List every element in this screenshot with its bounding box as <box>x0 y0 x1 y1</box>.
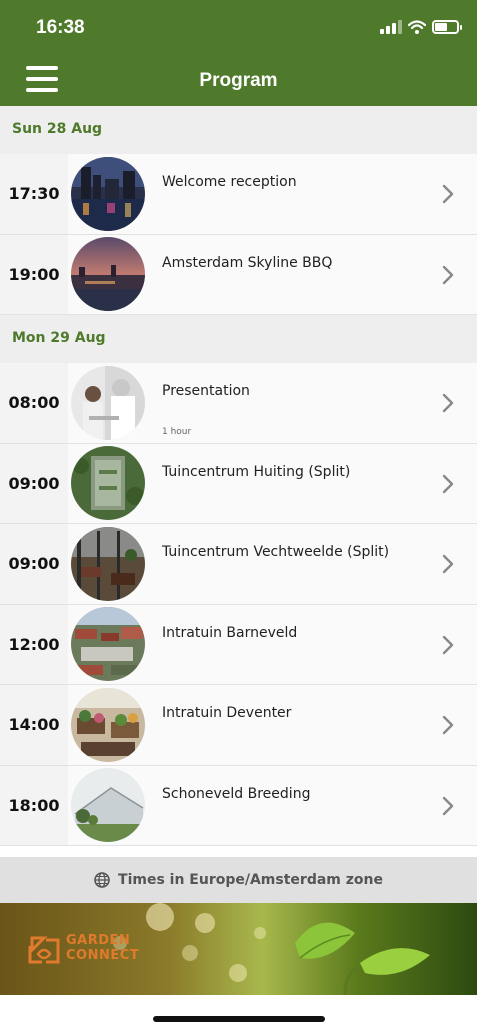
event-row[interactable]: 12:00 Intratuin Barneveld <box>0 604 477 685</box>
event-thumbnail <box>71 607 145 682</box>
chevron-right-icon <box>442 796 454 815</box>
event-thumbnail <box>71 687 145 762</box>
event-time: 17:30 <box>0 154 68 234</box>
logo-line-1: GARDEN <box>66 933 131 948</box>
event-row[interactable]: 09:00 Tuincentrum Huiting (Split) <box>0 443 477 524</box>
event-title: Schoneveld Breeding <box>162 785 311 802</box>
event-title: Presentation <box>162 383 250 399</box>
event-time: 09:00 <box>0 443 68 523</box>
timezone-text: Times in Europe/Amsterdam zone <box>118 872 383 888</box>
event-thumbnail <box>71 365 145 440</box>
chevron-right-icon <box>442 635 454 654</box>
event-row[interactable]: 14:00 Intratuin Deventer <box>0 685 477 766</box>
event-title: Tuincentrum Huiting (Split) <box>162 463 351 480</box>
event-time: 19:00 <box>0 234 68 314</box>
event-title: Tuincentrum Vechtweelde (Split) <box>162 544 390 560</box>
app-header: 16:38 Program <box>0 0 477 106</box>
event-row[interactable]: 08:00 Presentation 1 hour <box>0 363 477 444</box>
battery-icon <box>432 20 462 34</box>
chevron-right-icon <box>442 393 454 413</box>
event-row[interactable]: 18:00 Schoneveld Breeding <box>0 765 477 846</box>
event-time: 12:00 <box>0 604 68 684</box>
status-icons <box>380 20 462 34</box>
chevron-right-icon <box>442 554 454 574</box>
event-time: 18:00 <box>0 765 68 845</box>
sponsor-banner[interactable]: GARDEN CONNECT <box>0 903 477 995</box>
chevron-right-icon <box>442 184 454 204</box>
garden-connect-logo-icon <box>28 936 60 964</box>
chevron-right-icon <box>442 265 454 284</box>
day-header: Sun 28 Aug <box>0 106 477 154</box>
program-list: Sun 28 Aug 17:30 Welcome reception 19:00 <box>0 106 477 846</box>
event-title: Welcome reception <box>162 174 297 190</box>
event-thumbnail <box>71 768 145 843</box>
page-title: Program <box>199 70 278 91</box>
logo-line-2: CONNECT <box>66 948 140 963</box>
home-indicator[interactable] <box>153 1016 325 1022</box>
home-indicator-area <box>0 995 477 1032</box>
status-time: 16:38 <box>36 17 85 38</box>
event-title: Amsterdam Skyline BBQ <box>162 254 333 271</box>
event-title: Intratuin Barneveld <box>162 624 298 641</box>
day-header: Mon 29 Aug <box>0 315 477 363</box>
event-time: 09:00 <box>0 524 68 604</box>
event-time: 08:00 <box>0 363 68 443</box>
event-thumbnail <box>71 526 145 601</box>
event-thumbnail <box>71 156 145 231</box>
chevron-right-icon <box>442 474 454 493</box>
chevron-right-icon <box>442 715 454 735</box>
event-thumbnail <box>71 237 145 312</box>
wifi-icon <box>408 20 426 34</box>
event-thumbnail <box>71 446 145 521</box>
timezone-notice: Times in Europe/Amsterdam zone <box>0 857 477 903</box>
event-row[interactable]: 09:00 Tuincentrum Vechtweelde (Split) <box>0 524 477 605</box>
garden-connect-logo-text: GARDEN CONNECT <box>66 933 139 963</box>
event-title: Intratuin Deventer <box>162 705 292 721</box>
event-row[interactable]: 17:30 Welcome reception <box>0 154 477 235</box>
globe-icon <box>94 872 110 888</box>
event-duration: 1 hour <box>162 427 192 437</box>
signal-icon <box>380 20 402 34</box>
event-time: 14:00 <box>0 685 68 765</box>
event-row[interactable]: 19:00 Amsterdam Skyline BBQ <box>0 234 477 315</box>
